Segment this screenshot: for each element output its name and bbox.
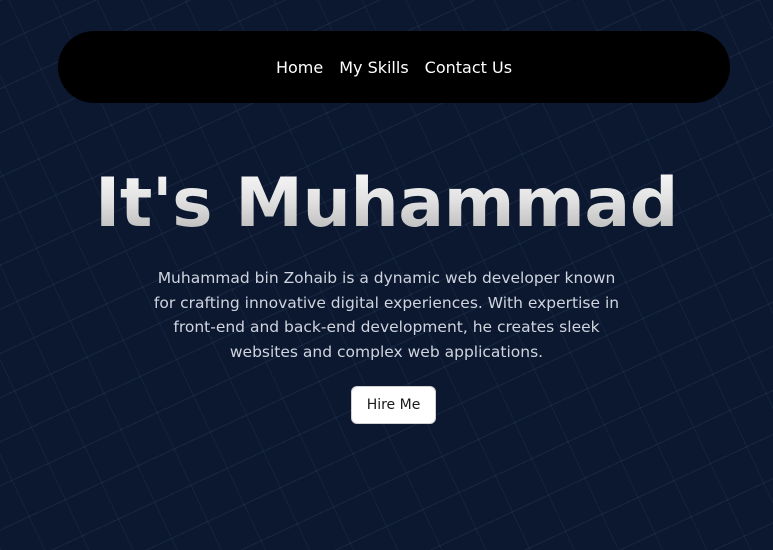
nav-link-contact-us[interactable]: Contact Us (425, 58, 512, 77)
nav-link-home[interactable]: Home (276, 58, 323, 77)
hire-me-button[interactable]: Hire Me (351, 386, 436, 424)
hero-title: It's Muhammad (0, 160, 773, 248)
top-navbar: Home My Skills Contact Us (58, 31, 730, 103)
nav-link-my-skills[interactable]: My Skills (339, 58, 408, 77)
hero-description: Muhammad bin Zohaib is a dynamic web dev… (153, 269, 620, 361)
